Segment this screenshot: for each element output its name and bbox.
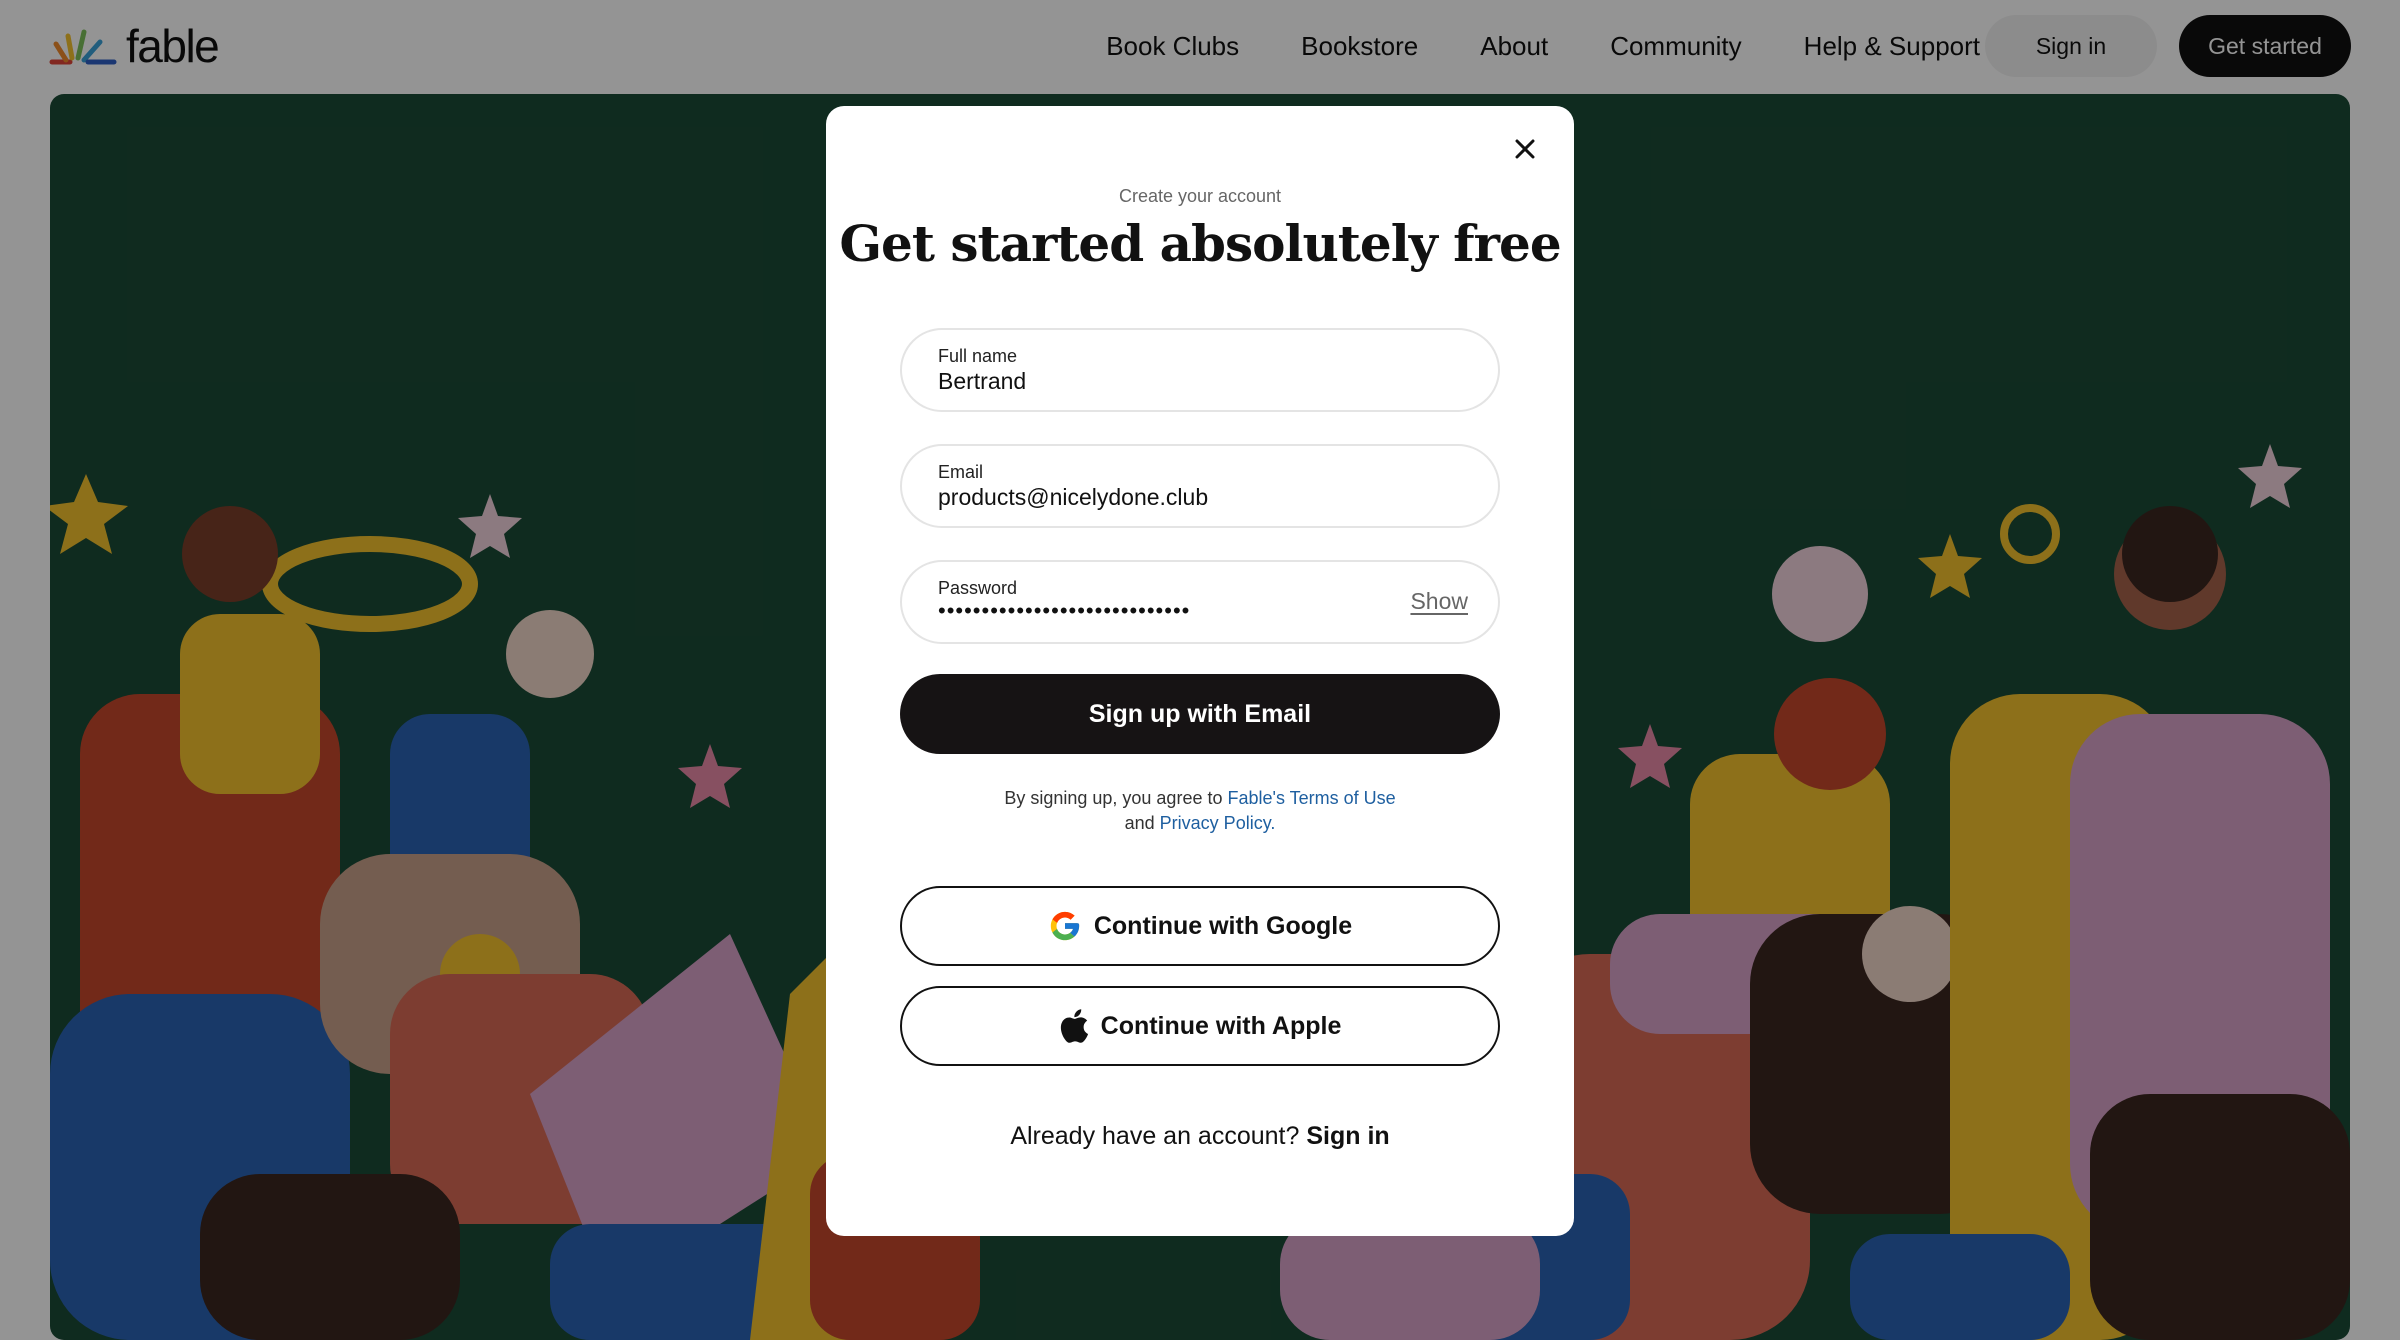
continue-google-button[interactable]: Continue with Google (900, 886, 1500, 966)
google-icon (1050, 911, 1080, 941)
existing-account-prompt: Already have an account? (1010, 1122, 1307, 1150)
password-label: Password (938, 578, 1018, 598)
terms-of-use-link[interactable]: Fable's Terms of Use (1227, 788, 1395, 808)
password-field[interactable]: Password ••••••••••••••••••••••••••••• S… (900, 560, 1500, 644)
email-field[interactable]: Email products@nicelydone.club (900, 444, 1500, 528)
sign-up-email-button[interactable]: Sign up with Email (900, 674, 1500, 754)
continue-google-label: Continue with Google (1093, 911, 1353, 940)
modal-sign-in-link[interactable]: Sign in (1306, 1122, 1389, 1150)
close-button[interactable] (1502, 126, 1548, 172)
modal-title: Get started absolutely free (839, 214, 1561, 273)
continue-apple-button[interactable]: Continue with Apple (900, 986, 1500, 1066)
continue-apple-label: Continue with Apple (1100, 1011, 1342, 1040)
terms-prefix: By signing up, you agree to (1004, 788, 1228, 808)
show-password-toggle[interactable]: Show (1410, 588, 1468, 615)
full-name-label: Full name (938, 346, 1018, 366)
email-label: Email (938, 462, 984, 482)
existing-account-line: Already have an account? Sign in (826, 1122, 1574, 1151)
terms-notice: By signing up, you agree to Fable's Term… (1000, 786, 1400, 836)
email-input[interactable]: products@nicelydone.club (938, 484, 1398, 511)
password-input[interactable]: ••••••••••••••••••••••••••••• (938, 598, 1398, 624)
apple-icon (1060, 1009, 1088, 1043)
full-name-field[interactable]: Full name Bertrand (900, 328, 1500, 412)
modal-eyebrow: Create your account (1118, 186, 1282, 206)
privacy-policy-link[interactable]: Privacy Policy. (1160, 813, 1276, 833)
close-icon (1515, 139, 1535, 159)
terms-middle: and (1124, 813, 1160, 833)
signup-modal: Create your account Get started absolute… (826, 106, 1574, 1236)
full-name-input[interactable]: Bertrand (938, 368, 1398, 395)
